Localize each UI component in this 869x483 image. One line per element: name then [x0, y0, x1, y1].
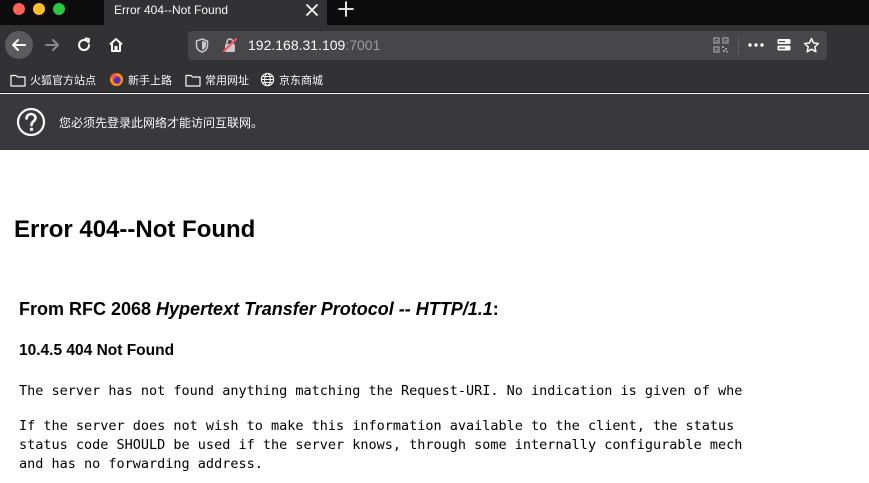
nav-toolbar: 192.168.31.109:7001	[0, 25, 869, 66]
back-button[interactable]	[5, 31, 33, 59]
firefox-icon	[109, 72, 124, 87]
section-heading: 10.4.5 404 Not Found	[19, 342, 175, 359]
more-actions-icon[interactable]	[747, 37, 765, 53]
paragraph-1: The server has not found anything matchi…	[19, 383, 743, 399]
url-port: :7001	[345, 37, 381, 53]
paragraph-2: If the server does not wish to make this…	[19, 417, 742, 474]
reload-icon	[78, 37, 91, 51]
arrow-left-icon	[12, 39, 26, 51]
page-heading: Error 404--Not Found	[14, 216, 256, 243]
url-bar-divider	[738, 37, 739, 54]
bookmark-label: 京东商城	[279, 74, 323, 87]
captive-portal-notification: 您必须先登录此网络才能访问互联网。	[0, 94, 869, 150]
window-minimize-button[interactable]	[33, 3, 45, 15]
window-close-button[interactable]	[13, 3, 25, 15]
forward-button[interactable]	[38, 31, 66, 59]
url-text: 192.168.31.109:7001	[248, 37, 380, 53]
close-icon[interactable]	[305, 3, 319, 17]
bookmark-item[interactable]: 火狐官方站点	[10, 71, 96, 88]
rfc-title: Hypertext Transfer Protocol -- HTTP/1.1	[156, 299, 493, 319]
bookmark-item[interactable]: 新手上路	[109, 71, 172, 88]
paragraph-line: status code SHOULD be used if the server…	[19, 437, 743, 453]
plus-icon[interactable]	[337, 0, 355, 18]
bookmark-label: 新手上路	[128, 74, 172, 87]
notification-message: 您必须先登录此网络才能访问互联网。	[59, 116, 264, 130]
reader-server-icon[interactable]	[776, 37, 792, 53]
folder-icon	[185, 74, 201, 87]
arrow-right-icon	[45, 39, 59, 51]
bookmark-label: 常用网址	[205, 74, 249, 87]
shield-icon[interactable]	[195, 38, 209, 53]
home-icon	[109, 38, 123, 52]
star-bookmark-icon[interactable]	[803, 37, 820, 54]
qr-code-icon[interactable]	[713, 37, 729, 53]
bookmark-label: 火狐官方站点	[30, 74, 96, 87]
tab-title: Error 404--Not Found	[114, 3, 229, 17]
tab-strip: Error 404--Not Found	[0, 0, 869, 25]
bookmark-item[interactable]: 常用网址	[185, 71, 249, 88]
bookmarks-toolbar: 火狐官方站点 新手上路 常用网址 京东商城	[0, 66, 869, 93]
window-zoom-button[interactable]	[53, 3, 65, 15]
rfc-heading: From RFC 2068 Hypertext Transfer Protoco…	[19, 299, 499, 320]
paragraph-line: and has no forwarding address.	[19, 456, 263, 472]
home-button[interactable]	[102, 31, 130, 59]
url-bar[interactable]: 192.168.31.109:7001	[188, 31, 827, 60]
rfc-prefix: From RFC 2068	[19, 299, 157, 319]
page-content: Error 404--Not Found From RFC 2068 Hyper…	[0, 150, 869, 483]
tab-active[interactable]: Error 404--Not Found	[104, 0, 327, 25]
folder-icon	[10, 74, 26, 87]
rfc-suffix: :	[492, 299, 499, 319]
insecure-lock-icon[interactable]	[222, 37, 238, 53]
bookmark-item[interactable]: 京东商城	[260, 71, 323, 88]
reload-button[interactable]	[70, 31, 98, 59]
paragraph-line: If the server does not wish to make this…	[19, 418, 735, 434]
url-host: 192.168.31.109	[248, 37, 346, 53]
globe-icon	[260, 72, 275, 87]
question-icon	[16, 107, 46, 137]
